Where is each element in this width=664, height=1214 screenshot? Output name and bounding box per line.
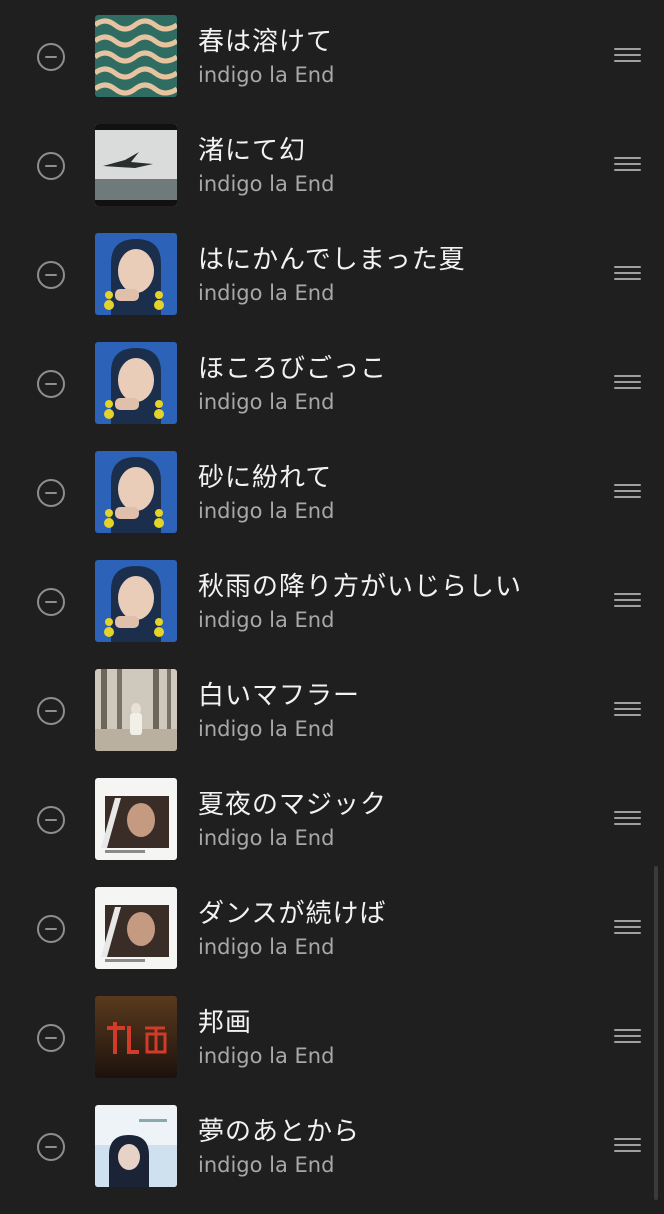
drag-handle-icon[interactable] [614, 48, 641, 64]
track-row[interactable]: 砂に紛れて indigo la End [0, 451, 664, 560]
track-artist: indigo la End [198, 390, 335, 414]
drag-handle-icon[interactable] [614, 920, 641, 936]
remove-circle-icon[interactable] [37, 152, 65, 180]
drag-handle-icon[interactable] [614, 593, 641, 609]
track-row[interactable]: ほころびごっこ indigo la End [0, 342, 664, 451]
album-art-dark-red [95, 996, 177, 1078]
album-art-portrait-white [95, 778, 177, 860]
track-artist: indigo la End [198, 172, 335, 196]
album-art-light-blue [95, 1105, 177, 1187]
album-art-portrait-blue [95, 451, 177, 533]
track-artist: indigo la End [198, 63, 335, 87]
track-title: 夢のあとから [198, 1117, 361, 1147]
remove-circle-icon[interactable] [37, 915, 65, 943]
track-title: 春は溶けて [198, 27, 334, 57]
track-row[interactable]: 春は溶けて indigo la End [0, 15, 664, 124]
drag-handle-icon[interactable] [614, 1138, 641, 1154]
track-row[interactable]: 秋雨の降り方がいじらしい indigo la End [0, 560, 664, 669]
remove-circle-icon[interactable] [37, 479, 65, 507]
album-art-wavy-green [95, 15, 177, 97]
track-title: ダンスが続けば [198, 899, 387, 929]
track-artist: indigo la End [198, 1044, 335, 1068]
drag-handle-icon[interactable] [614, 484, 641, 500]
track-title: はにかんでしまった夏 [198, 245, 466, 275]
scrollbar[interactable] [654, 866, 658, 1200]
track-row[interactable]: 渚にて幻 indigo la End [0, 124, 664, 233]
remove-circle-icon[interactable] [37, 588, 65, 616]
track-title: 秋雨の降り方がいじらしい [198, 572, 523, 602]
track-row[interactable]: 邦画 indigo la End [0, 996, 664, 1105]
album-art-portrait-white [95, 887, 177, 969]
track-artist: indigo la End [198, 608, 335, 632]
track-row[interactable]: ダンスが続けば indigo la End [0, 887, 664, 996]
drag-handle-icon[interactable] [614, 157, 641, 173]
album-art-portrait-blue [95, 560, 177, 642]
remove-circle-icon[interactable] [37, 1024, 65, 1052]
track-artist: indigo la End [198, 281, 335, 305]
track-artist: indigo la End [198, 499, 335, 523]
track-title: 邦画 [198, 1008, 253, 1038]
album-art-bird-sky [95, 124, 177, 206]
track-row[interactable]: 夏夜のマジック indigo la End [0, 778, 664, 887]
drag-handle-icon[interactable] [614, 266, 641, 282]
album-art-forest [95, 669, 177, 751]
remove-circle-icon[interactable] [37, 1133, 65, 1161]
track-title: ほころびごっこ [198, 354, 388, 384]
album-art-portrait-blue [95, 233, 177, 315]
track-title: 白いマフラー [198, 681, 361, 711]
track-artist: indigo la End [198, 1153, 335, 1177]
remove-circle-icon[interactable] [37, 697, 65, 725]
track-artist: indigo la End [198, 935, 335, 959]
track-artist: indigo la End [198, 717, 335, 741]
track-title: 渚にて幻 [198, 136, 307, 166]
drag-handle-icon[interactable] [614, 702, 641, 718]
track-title: 砂に紛れて [198, 463, 333, 493]
drag-handle-icon[interactable] [614, 375, 641, 391]
track-row[interactable]: 夢のあとから indigo la End [0, 1105, 664, 1214]
track-row[interactable]: 白いマフラー indigo la End [0, 669, 664, 778]
remove-circle-icon[interactable] [37, 43, 65, 71]
remove-circle-icon[interactable] [37, 370, 65, 398]
remove-circle-icon[interactable] [37, 806, 65, 834]
album-art-portrait-blue [95, 342, 177, 424]
track-artist: indigo la End [198, 826, 335, 850]
drag-handle-icon[interactable] [614, 1029, 641, 1045]
drag-handle-icon[interactable] [614, 811, 641, 827]
track-title: 夏夜のマジック [198, 790, 388, 820]
track-row[interactable]: はにかんでしまった夏 indigo la End [0, 233, 664, 342]
remove-circle-icon[interactable] [37, 261, 65, 289]
